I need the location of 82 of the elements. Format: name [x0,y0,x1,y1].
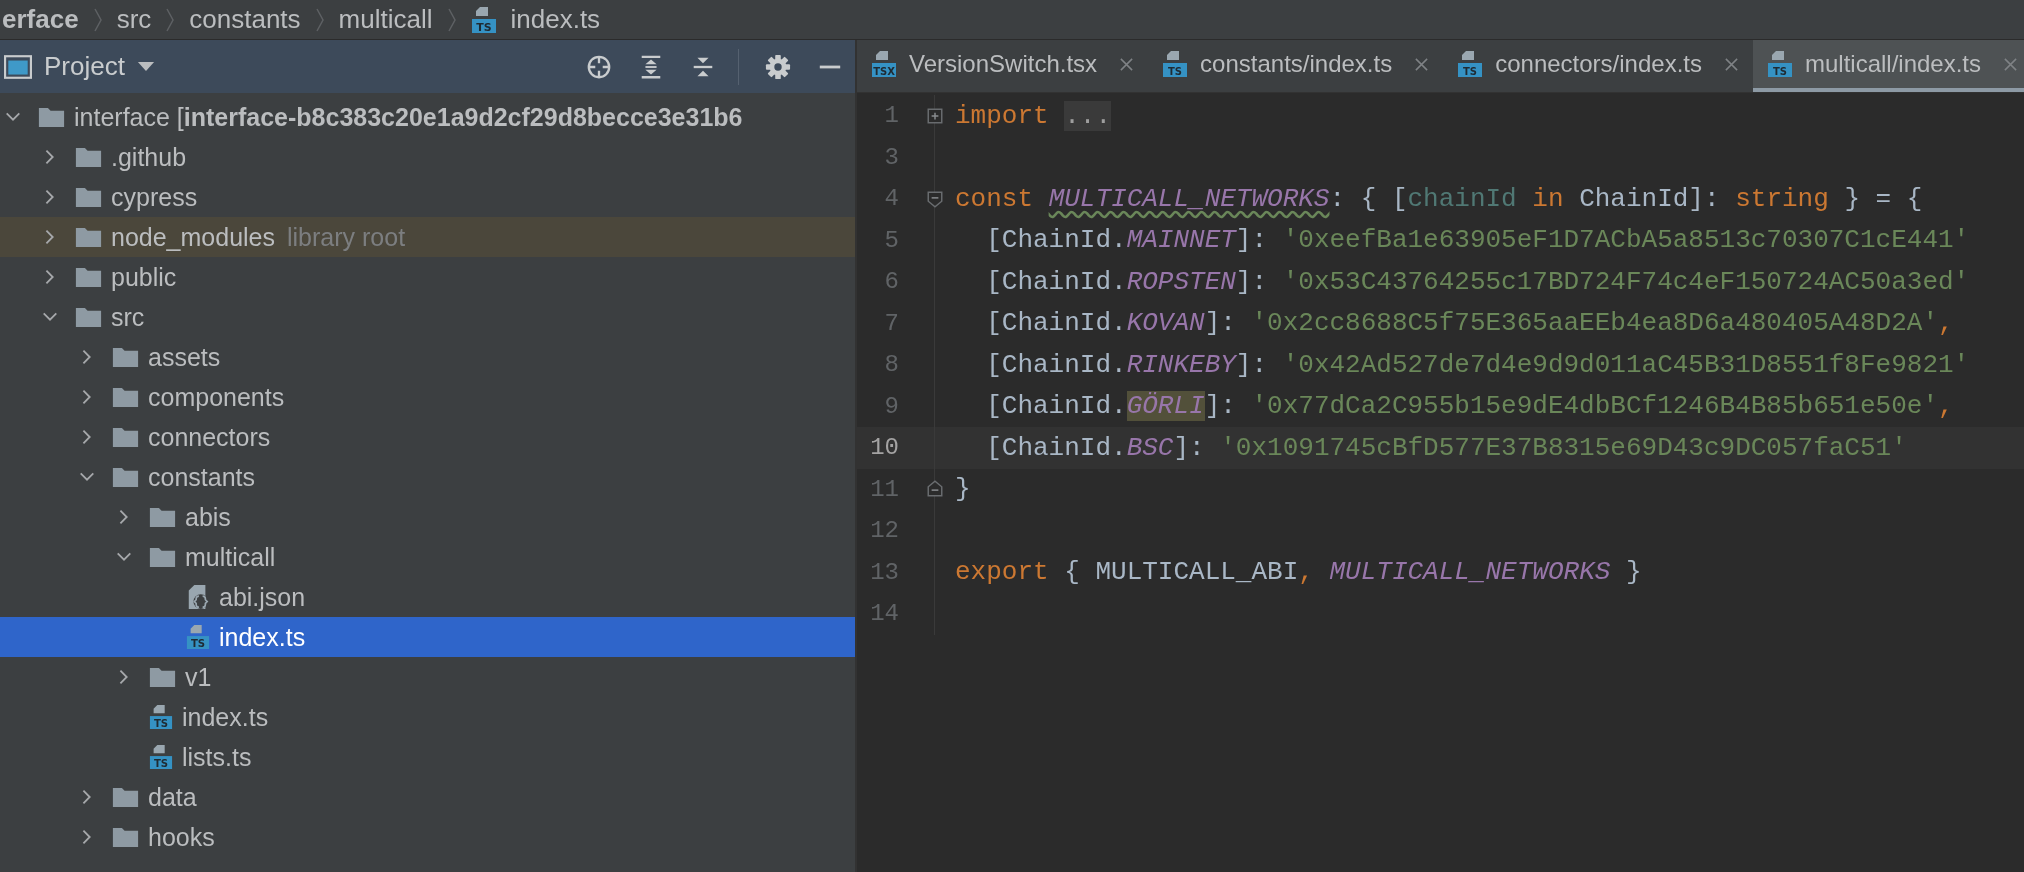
tree-item[interactable]: src [0,297,855,337]
tree-item[interactable]: cypress [0,177,855,217]
tree-item[interactable]: data [0,777,855,817]
breadcrumb-item[interactable]: erface [2,4,79,35]
tree-item[interactable]: abis [0,497,855,537]
tree-item[interactable]: public [0,257,855,297]
collapse-fold-icon[interactable] [926,480,944,499]
tree-item[interactable]: components [0,377,855,417]
close-icon[interactable] [1119,56,1135,72]
close-icon[interactable] [1723,56,1739,72]
breadcrumb-separator-icon [446,6,457,33]
folder-icon [149,546,176,568]
line-number: 7 [883,309,899,337]
folder-icon [75,306,102,328]
tree-item[interactable]: multicall [0,537,855,577]
panel-title[interactable]: Project [44,51,125,82]
folder-icon [112,786,139,808]
line-number: 14 [869,600,899,628]
code-line: [ChainId.GÖRLI]: '0x77dCa2C955b15e9dE4dbBCf1246B4B85b651e50e', [985,391,1954,422]
editor-tab[interactable]: TS connectors/index.ts [1443,40,1753,92]
tree-item[interactable]: constants [0,457,855,497]
folder-icon [149,506,176,528]
line-number: 9 [883,392,899,420]
collapse-fold-icon[interactable] [926,189,944,208]
code-line: [ChainId.MAINNET]: '0xeefBa1e63905eF1D7ACbA5a8513c70307C1cE441' [985,225,1970,256]
code-line: import ... [955,100,1112,131]
folder-icon [112,826,139,848]
line-number: 12 [869,517,899,545]
folder-icon [75,266,102,288]
tree-item[interactable]: assets [0,337,855,377]
code-line: [ChainId.ROPSTEN]: '0x53C43764255c17BD724F74c4eF150724AC50a3ed' [985,266,1970,297]
close-icon[interactable] [1414,56,1430,72]
locate-icon[interactable] [586,53,612,80]
code-line: [ChainId.BSC]: '0x1091745cBfD577E37B8315e69D43c9DC057faC51' [985,432,1907,463]
json-file-icon [186,583,210,611]
breadcrumb-separator-icon [314,6,325,33]
window-icon [4,54,32,79]
folder-icon [112,386,139,408]
folder-icon [75,226,102,248]
code-line: const MULTICALL_NETWORKS: { [chainId in ChainId]: string } = { [955,183,1923,214]
editor-tab[interactable]: TS constants/index.ts [1148,40,1444,92]
breadcrumb-separator-icon [165,6,176,33]
code-line: [ChainId.RINKEBY]: '0x42Ad527de7d4e9d9d011aC45B31D8551f8Fe9821' [985,349,1970,380]
line-number: 10 [869,434,899,462]
dropdown-caret-icon[interactable] [136,61,155,72]
tree-item[interactable]: connectors [0,417,855,457]
tree-item[interactable]: TS index.ts [0,617,855,657]
line-number: 13 [869,558,899,586]
tree-item[interactable]: TS index.ts [0,697,855,737]
editor-tab[interactable]: TSX VersionSwitch.tsx [857,40,1149,92]
code-line: } [955,474,971,505]
code-line: [ChainId.KOVAN]: '0x2cc8688C5f75E365aaEEb4ea8D6a480405A48D2A', [985,308,1954,339]
breadcrumb-item[interactable]: index.ts [510,4,601,35]
line-number: 5 [883,226,899,254]
breadcrumb-item[interactable]: constants [189,4,301,35]
line-number: 4 [883,185,899,213]
line-number: 8 [883,351,899,379]
folder-icon [75,146,102,168]
line-number: 3 [883,143,899,171]
line-number: 11 [869,475,899,503]
folder-icon [75,186,102,208]
breadcrumb-item[interactable]: multicall [338,4,433,35]
tree-item[interactable]: node_modules library root [0,217,855,257]
code-line: export { MULTICALL_ABI, MULTICALL_NETWORKS } [955,557,1642,588]
breadcrumb-item[interactable]: src [116,4,152,35]
tree-item[interactable]: hooks [0,817,855,857]
editor-tab[interactable]: TS multicall/index.ts [1752,40,2024,92]
folder-icon [112,426,139,448]
settings-icon[interactable] [765,53,791,80]
line-number: 1 [883,102,899,130]
folder-icon [112,466,139,488]
folder-icon [38,106,65,128]
tree-item[interactable]: v1 [0,657,855,697]
folder-icon [112,346,139,368]
tree-item[interactable]: abi.json [0,577,855,617]
breadcrumb-separator-icon [92,6,103,33]
folder-icon [149,666,176,688]
tree-item[interactable]: interface [interface-b8c383c20e1a9d2cf29d8becce3e31b6 [0,97,855,137]
tree-item[interactable]: .github [0,137,855,177]
line-number: 6 [883,268,899,296]
expand-fold-icon[interactable] [926,106,944,125]
tree-item[interactable]: TS lists.ts [0,737,855,777]
